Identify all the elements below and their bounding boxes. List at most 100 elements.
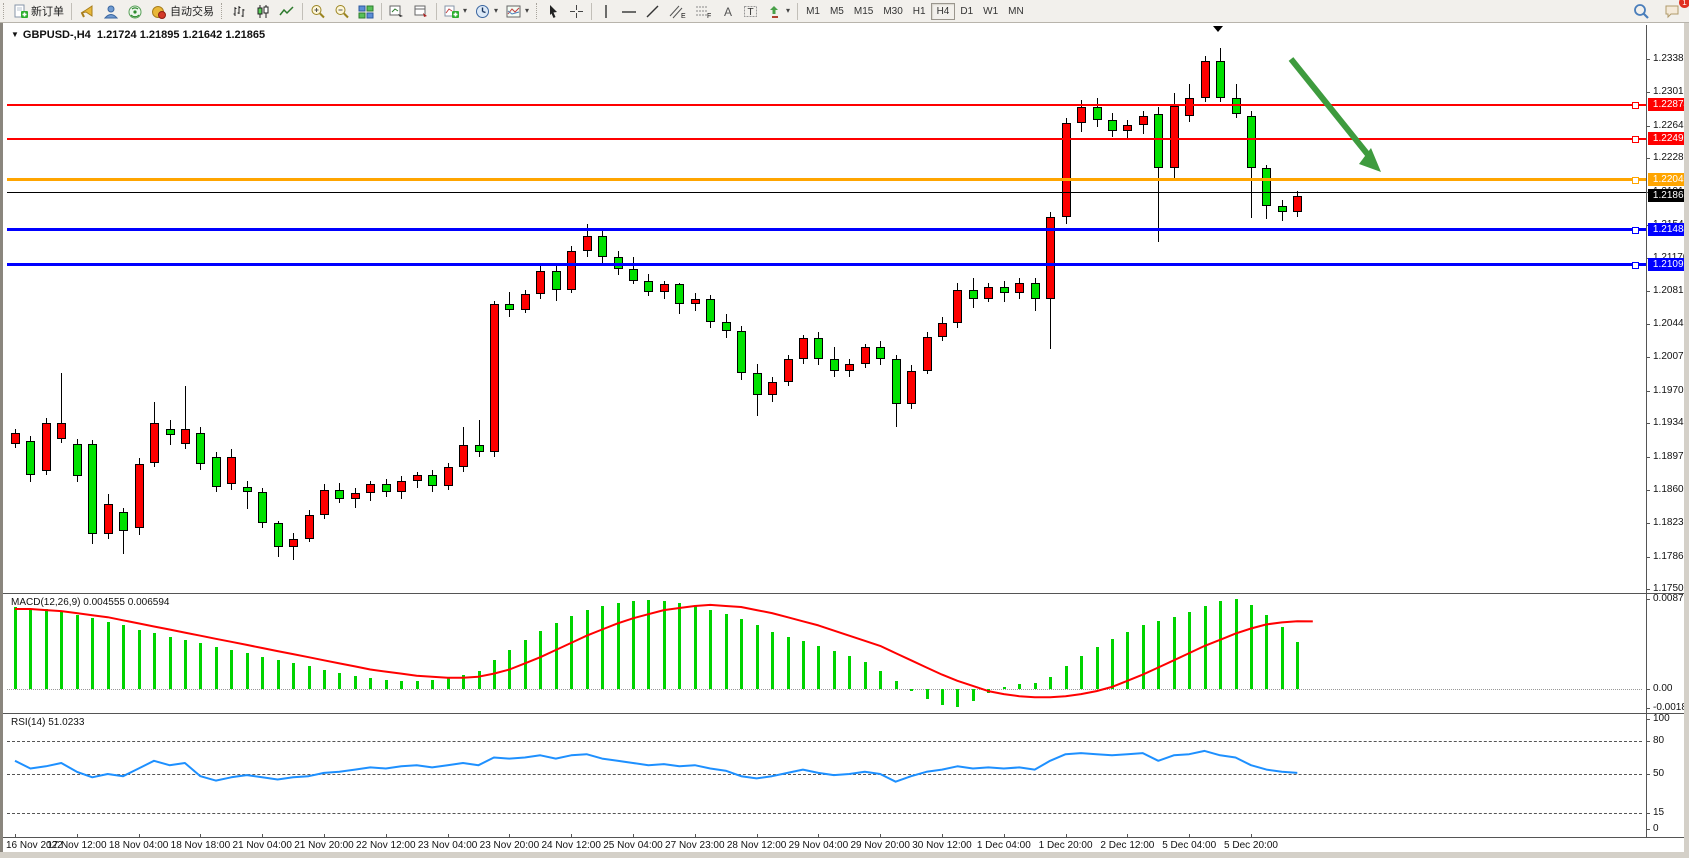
text-icon: A [721, 4, 735, 19]
macd-histogram-bar [1250, 605, 1253, 689]
templates-icon [506, 4, 522, 19]
signals-button[interactable] [123, 0, 147, 22]
macd-rsi-separator[interactable] [3, 713, 1689, 714]
macd-histogram-bar [1173, 617, 1176, 689]
horizontal-line-object[interactable] [7, 192, 1646, 193]
zoom-out-button[interactable] [330, 0, 354, 22]
fibonacci-tool-button[interactable]: F [691, 0, 717, 22]
candle [1185, 98, 1194, 116]
search-button[interactable] [1629, 0, 1654, 22]
arrange-windows-button[interactable] [385, 0, 409, 22]
horizontal-scrollbar[interactable] [0, 852, 1689, 858]
horizontal-line-object[interactable] [7, 263, 1646, 266]
candle [42, 423, 51, 471]
fibonacci-icon: F [695, 4, 713, 19]
macd-histogram-bar [1080, 656, 1083, 689]
macd-histogram-bar [848, 656, 851, 689]
timeframe-button-h1[interactable]: H1 [908, 4, 931, 19]
horizontal-line-object[interactable] [7, 138, 1646, 140]
arrows-tool-button[interactable]: ▾ [763, 0, 794, 22]
timeframe-button-d1[interactable]: D1 [955, 4, 978, 19]
candle [366, 484, 375, 493]
indicators-button[interactable]: ▾ [440, 0, 471, 22]
macd-histogram-bar [1018, 684, 1021, 689]
text-tool-button[interactable]: A [717, 0, 739, 22]
cursor-icon [546, 4, 561, 19]
macd-histogram-bar [199, 643, 202, 689]
candle [274, 523, 283, 546]
market-watch-button[interactable] [75, 0, 99, 22]
line-anchor-handle[interactable] [1632, 262, 1639, 269]
toolbar-grip[interactable] [221, 3, 224, 19]
macd-histogram-bar [833, 651, 836, 689]
date-label: 1 Dec 20:00 [1039, 840, 1093, 851]
toolbar-grip[interactable] [3, 3, 6, 19]
timeframe-button-w1[interactable]: W1 [978, 4, 1003, 19]
accounts-button[interactable] [99, 0, 123, 22]
chart-menu-triangle-icon[interactable]: ▼ [11, 30, 19, 39]
macd-histogram-bar [277, 660, 280, 689]
notifications-button[interactable]: 1 [1660, 0, 1685, 22]
timeframe-button-m1[interactable]: M1 [801, 4, 825, 19]
text-label-tool-button[interactable]: T [739, 0, 763, 22]
timeframe-button-m15[interactable]: M15 [849, 4, 878, 19]
candle-wick [293, 533, 294, 560]
rsi-level-line [7, 741, 1642, 742]
toolbar-grip[interactable] [536, 3, 539, 19]
horizontal-line-object[interactable] [7, 104, 1646, 106]
periods-button[interactable]: ▾ [471, 0, 502, 22]
crosshair-tool-button[interactable] [565, 0, 588, 22]
main-macd-separator[interactable] [3, 593, 1689, 594]
date-label: 23 Nov 04:00 [418, 840, 478, 851]
macd-histogram-bar [771, 632, 774, 689]
templates-button[interactable]: ▾ [502, 0, 533, 22]
line-chart-button[interactable] [275, 0, 299, 22]
macd-histogram-bar [416, 681, 419, 689]
timeframe-button-m30[interactable]: M30 [878, 4, 907, 19]
line-anchor-handle[interactable] [1632, 177, 1639, 184]
new-order-button[interactable]: 新订单 [9, 0, 68, 22]
autotrade-button[interactable]: 自动交易 [147, 0, 218, 22]
notification-count-badge: 1 [1679, 0, 1689, 8]
data-window-button[interactable] [409, 0, 433, 22]
bar-chart-button[interactable] [227, 0, 251, 22]
equidistant-channel-tool-button[interactable]: E [665, 0, 691, 22]
tile-windows-button[interactable] [354, 0, 378, 22]
zoom-in-button[interactable] [306, 0, 330, 22]
toolbar-separator [436, 3, 437, 20]
price-level-badge: 1.22040 [1648, 173, 1689, 186]
macd-histogram-bar [308, 666, 311, 689]
chart-shift-marker-icon[interactable] [1213, 26, 1223, 32]
rsi-tick-label: 100 [1653, 713, 1670, 724]
trendline-tool-button[interactable] [641, 0, 665, 22]
mt4-terminal: 新订单 自动交易 [0, 0, 1689, 858]
vertical-line-tool-button[interactable] [595, 0, 617, 22]
date-label: 18 Nov 04:00 [109, 840, 169, 851]
price-level-badge: 1.21095 [1648, 258, 1689, 271]
horizontal-line-tool-button[interactable] [617, 0, 641, 22]
candle [1015, 283, 1024, 294]
horizontal-line-object[interactable] [7, 178, 1646, 181]
candle [1139, 116, 1148, 125]
timeframe-button-mn[interactable]: MN [1003, 4, 1029, 19]
line-anchor-handle[interactable] [1632, 227, 1639, 234]
autotrade-label: 自动交易 [170, 3, 214, 19]
macd-histogram-bar [1049, 677, 1052, 689]
macd-histogram-bar [29, 609, 32, 689]
cursor-tool-button[interactable] [542, 0, 565, 22]
trend-arrow-shaft[interactable] [1291, 59, 1369, 156]
macd-histogram-bar [76, 615, 79, 689]
candle [1108, 120, 1117, 131]
timeframe-button-h4[interactable]: H4 [931, 3, 956, 20]
candlestick-chart-button[interactable] [251, 0, 275, 22]
tile-windows-icon [358, 4, 374, 19]
date-label: 5 Dec 04:00 [1162, 840, 1216, 851]
line-anchor-handle[interactable] [1632, 102, 1639, 109]
line-anchor-handle[interactable] [1632, 136, 1639, 143]
rsi-level-line [7, 774, 1642, 775]
candle [335, 490, 344, 499]
horizontal-line-object[interactable] [7, 228, 1646, 231]
macd-histogram-bar [354, 676, 357, 689]
trend-arrow-head-icon[interactable] [1359, 148, 1381, 172]
timeframe-button-m5[interactable]: M5 [825, 4, 849, 19]
